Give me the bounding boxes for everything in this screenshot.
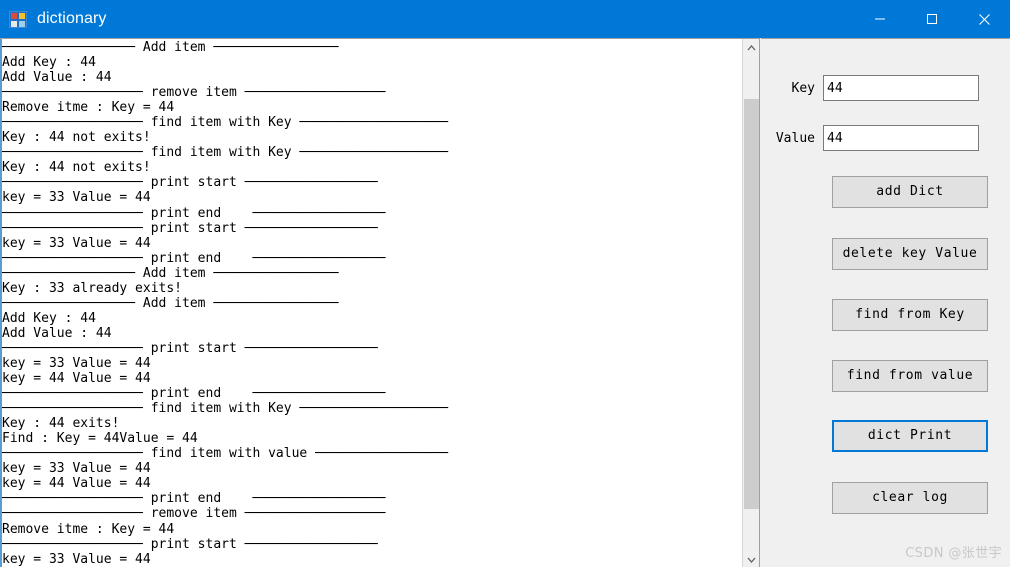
chevron-down-icon xyxy=(747,557,755,563)
log-textarea[interactable]: ───────────────── Add item ─────────────… xyxy=(0,39,741,567)
window-controls xyxy=(854,0,1010,38)
control-panel: Key Value add Dict delete key Value find… xyxy=(761,38,1010,567)
scroll-down-button[interactable] xyxy=(743,551,759,567)
chevron-up-icon xyxy=(747,44,755,50)
key-input[interactable] xyxy=(823,75,979,101)
app-window-icon xyxy=(9,10,27,28)
close-button[interactable] xyxy=(958,0,1010,38)
find-from-value-button[interactable]: find from value xyxy=(832,360,988,392)
value-field-row: Value xyxy=(761,124,1010,152)
find-from-key-button[interactable]: find from Key xyxy=(832,299,988,331)
watermark: CSDN @张世宇 xyxy=(905,546,1002,561)
maximize-button[interactable] xyxy=(906,0,958,38)
scrollbar-thumb[interactable] xyxy=(744,99,759,509)
close-icon xyxy=(978,13,990,25)
dict-print-button[interactable]: dict Print xyxy=(832,420,988,452)
minimize-button[interactable] xyxy=(854,0,906,38)
value-input[interactable] xyxy=(823,125,979,151)
window-title: dictionary xyxy=(37,10,107,27)
log-content: ───────────────── Add item ─────────────… xyxy=(2,40,449,567)
log-panel: ───────────────── Add item ─────────────… xyxy=(0,38,760,567)
scroll-up-button[interactable] xyxy=(743,39,759,56)
maximize-icon xyxy=(927,14,937,24)
minimize-icon xyxy=(875,18,885,20)
key-field-row: Key xyxy=(761,74,1010,102)
delete-key-value-button[interactable]: delete key Value xyxy=(832,238,988,270)
add-dict-button[interactable]: add Dict xyxy=(832,176,988,208)
title-bar: dictionary xyxy=(0,0,1010,38)
key-label: Key xyxy=(791,80,815,96)
clear-log-button[interactable]: clear log xyxy=(832,482,988,514)
log-scrollbar[interactable] xyxy=(742,39,759,567)
application-window: dictionary ───────────────── Add item ──… xyxy=(0,0,1010,567)
value-label: Value xyxy=(775,130,815,146)
